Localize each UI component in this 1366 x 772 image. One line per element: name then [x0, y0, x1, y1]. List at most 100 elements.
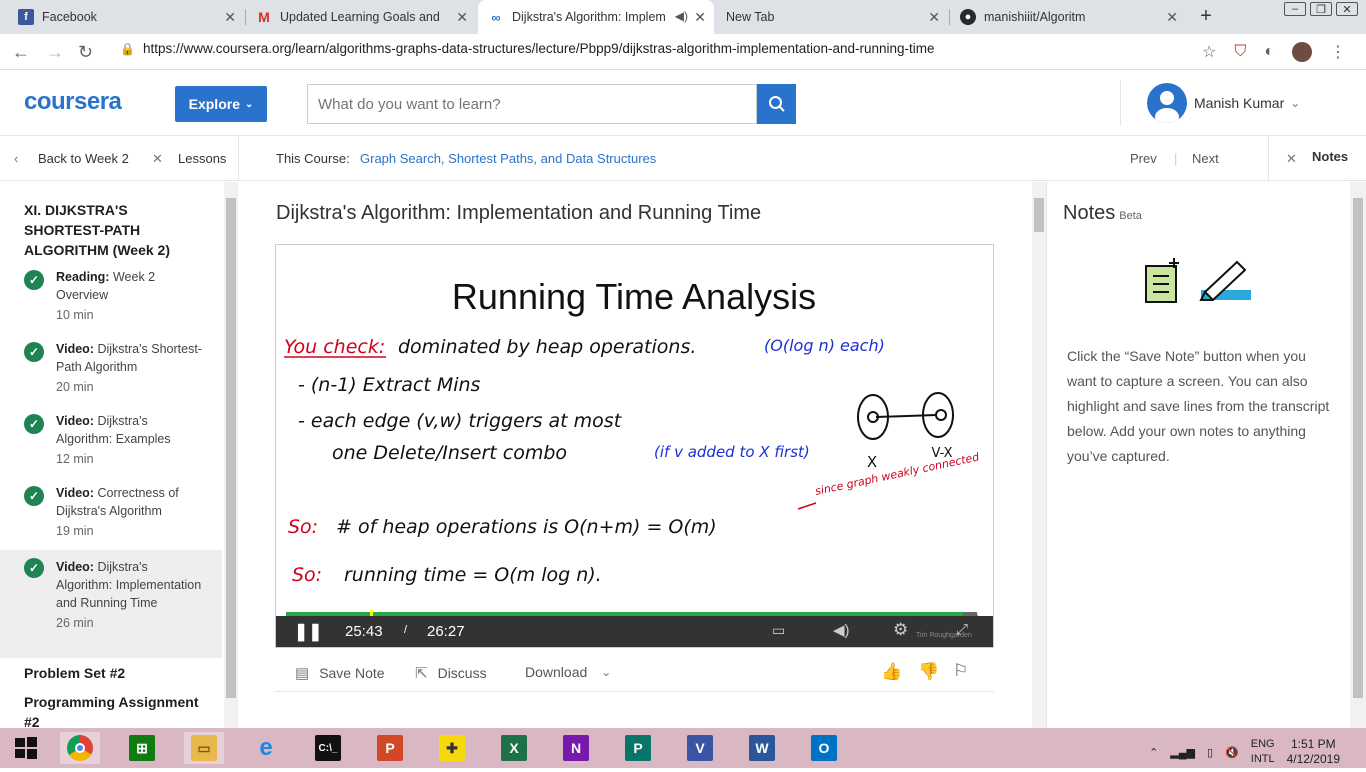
internet-explorer-icon[interactable]: e: [246, 732, 286, 764]
lesson-kind: Video:: [56, 486, 94, 500]
gmail-icon: M: [258, 9, 270, 25]
outlook-icon[interactable]: O: [804, 732, 844, 764]
main-scrollbar[interactable]: [1032, 182, 1046, 728]
app-icon[interactable]: ✚: [432, 732, 472, 764]
extension-pocket-icon[interactable]: ⛉: [1234, 43, 1246, 61]
store-icon[interactable]: ⊞: [122, 732, 162, 764]
thumbs-up-icon[interactable]: 👍: [881, 662, 902, 682]
lessons-toggle[interactable]: Lessons: [178, 151, 226, 166]
section-programming-assignment[interactable]: Programming Assignment #2: [24, 692, 204, 728]
close-icon[interactable]: ✕: [224, 9, 236, 26]
tab-title: Facebook: [42, 10, 97, 24]
close-notes-icon[interactable]: ✕: [1286, 151, 1297, 167]
speaker-icon[interactable]: ◀): [675, 9, 688, 23]
scrollbar-thumb[interactable]: [1353, 198, 1363, 698]
forward-arrow-icon[interactable]: →: [46, 42, 64, 63]
battery-icon[interactable]: ▯: [1207, 746, 1213, 759]
clock[interactable]: 1:51 PM 4/12/2019: [1287, 737, 1340, 767]
slide-text: So:: [292, 564, 322, 586]
windows-start-icon[interactable]: [6, 732, 46, 764]
chevron-up-icon[interactable]: ⌃: [1149, 746, 1158, 759]
user-menu[interactable]: Manish Kumar ⌄: [1147, 83, 1300, 123]
visio-icon[interactable]: V: [680, 732, 720, 764]
menu-dots-icon[interactable]: ⋮: [1330, 42, 1346, 62]
section-problem-set[interactable]: Problem Set #2: [24, 663, 204, 683]
chrome-icon[interactable]: [60, 732, 100, 764]
wifi-icon[interactable]: ▂▄▆: [1170, 746, 1195, 759]
tab-facebook[interactable]: f Facebook ✕: [8, 0, 244, 34]
notes-toggle[interactable]: Notes: [1312, 149, 1348, 164]
lesson-item[interactable]: ✓ Reading: Week 2 Overview 10 min: [0, 268, 222, 328]
url-field[interactable]: 🔒 https://www.coursera.org/learn/algorit…: [120, 41, 935, 56]
volume-muted-icon[interactable]: 🔇: [1225, 746, 1239, 759]
word-icon[interactable]: W: [742, 732, 782, 764]
fullscreen-icon[interactable]: ⤢: [956, 621, 968, 638]
chevron-down-icon: ⌄: [1290, 96, 1301, 110]
next-button[interactable]: Next: [1192, 151, 1219, 166]
lesson-kind: Video:: [56, 342, 94, 356]
tab-gmail[interactable]: M Updated Learning Goals and Tin ✕: [246, 0, 476, 34]
notes-scrollbar[interactable]: [1350, 182, 1366, 728]
thumbs-down-icon[interactable]: 👎: [918, 662, 939, 682]
coursera-logo[interactable]: coursera: [24, 88, 122, 116]
save-note-button[interactable]: ▤ Save Note: [295, 664, 385, 682]
restore-icon[interactable]: ❐: [1310, 2, 1332, 16]
back-to-week-link[interactable]: Back to Week 2: [38, 151, 129, 166]
pause-icon[interactable]: ❚❚: [294, 622, 323, 642]
slide-text: dominated by heap operations.: [398, 336, 696, 358]
clock-date: 4/12/2019: [1286, 752, 1340, 766]
facebook-icon: f: [18, 9, 34, 25]
prev-button[interactable]: Prev: [1130, 151, 1157, 166]
url-text: https://www.coursera.org/learn/algorithm…: [142, 41, 935, 56]
discuss-button[interactable]: ⇱ Discuss: [415, 664, 487, 682]
explore-button[interactable]: Explore ⌄: [175, 86, 267, 122]
scrollbar-thumb[interactable]: [1034, 198, 1044, 232]
volume-icon[interactable]: ◀): [833, 621, 850, 639]
scrollbar-thumb[interactable]: [226, 198, 236, 698]
close-icon[interactable]: ✕: [152, 151, 163, 167]
reload-icon[interactable]: ↻: [78, 42, 93, 63]
close-icon[interactable]: ✕: [456, 9, 468, 26]
extension-circle-icon[interactable]: ◐: [1264, 43, 1274, 61]
excel-icon[interactable]: X: [494, 732, 534, 764]
lesson-item-active[interactable]: ✓ Video: Dijkstra's Algorithm: Implement…: [0, 550, 222, 658]
minimize-icon[interactable]: –: [1284, 2, 1306, 16]
lang-top: ENG: [1250, 738, 1275, 750]
close-icon[interactable]: ✕: [928, 9, 940, 26]
powerpoint-icon[interactable]: P: [370, 732, 410, 764]
tab-github[interactable]: ● manishiiit/Algoritm ✕: [950, 0, 1186, 34]
lesson-item[interactable]: ✓ Video: Dijkstra's Algorithm: Examples 1…: [0, 412, 222, 472]
file-explorer-icon[interactable]: ▭: [184, 732, 224, 764]
close-icon[interactable]: ✕: [694, 9, 706, 26]
close-icon[interactable]: ✕: [1166, 9, 1178, 26]
new-tab-button[interactable]: +: [1194, 5, 1218, 29]
search-button[interactable]: [757, 84, 796, 124]
profile-avatar[interactable]: [1292, 42, 1312, 62]
download-dropdown[interactable]: Download ⌄: [525, 664, 611, 680]
onenote-icon[interactable]: N: [556, 732, 596, 764]
slide-text: (if v added to X first): [654, 443, 810, 461]
language-indicator[interactable]: ENG INTL: [1251, 737, 1275, 767]
lesson-item[interactable]: ✓ Video: Dijkstra's Shortest-Path Algori…: [0, 340, 222, 400]
terminal-icon[interactable]: C:\_: [308, 732, 348, 764]
chevron-down-icon: ⌄: [601, 665, 612, 679]
sidebar-scrollbar[interactable]: [224, 182, 238, 728]
lesson-item[interactable]: ✓ Video: Correctness of Dijkstra's Algor…: [0, 484, 222, 544]
flag-icon[interactable]: ⚐: [953, 661, 968, 681]
tab-new-tab[interactable]: New Tab ✕: [716, 0, 948, 34]
show-desktop-button[interactable]: [1352, 732, 1358, 772]
captions-icon[interactable]: ▭: [772, 622, 785, 639]
publisher-icon[interactable]: P: [618, 732, 658, 764]
tab-coursera[interactable]: ∞ Dijkstra's Algorithm: Implem ◀) ✕: [478, 0, 714, 34]
edge-vw: [875, 414, 937, 418]
video-player[interactable]: Running Time Analysis You check: dominat…: [275, 244, 994, 648]
settings-gear-icon[interactable]: ⚙: [893, 620, 908, 640]
coursera-icon: ∞: [491, 9, 501, 25]
close-window-icon[interactable]: ✕: [1336, 2, 1358, 16]
course-subnav: ‹ Back to Week 2 ✕ Lessons This Course: …: [0, 136, 1366, 181]
bookmark-star-icon[interactable]: ☆: [1202, 42, 1216, 62]
search-input[interactable]: [307, 84, 757, 124]
toolbar-icons: ☆ ⛉ ◐ ⋮: [1202, 42, 1346, 62]
back-arrow-icon[interactable]: ←: [12, 42, 30, 63]
course-name-link[interactable]: Graph Search, Shortest Paths, and Data S…: [360, 151, 656, 166]
